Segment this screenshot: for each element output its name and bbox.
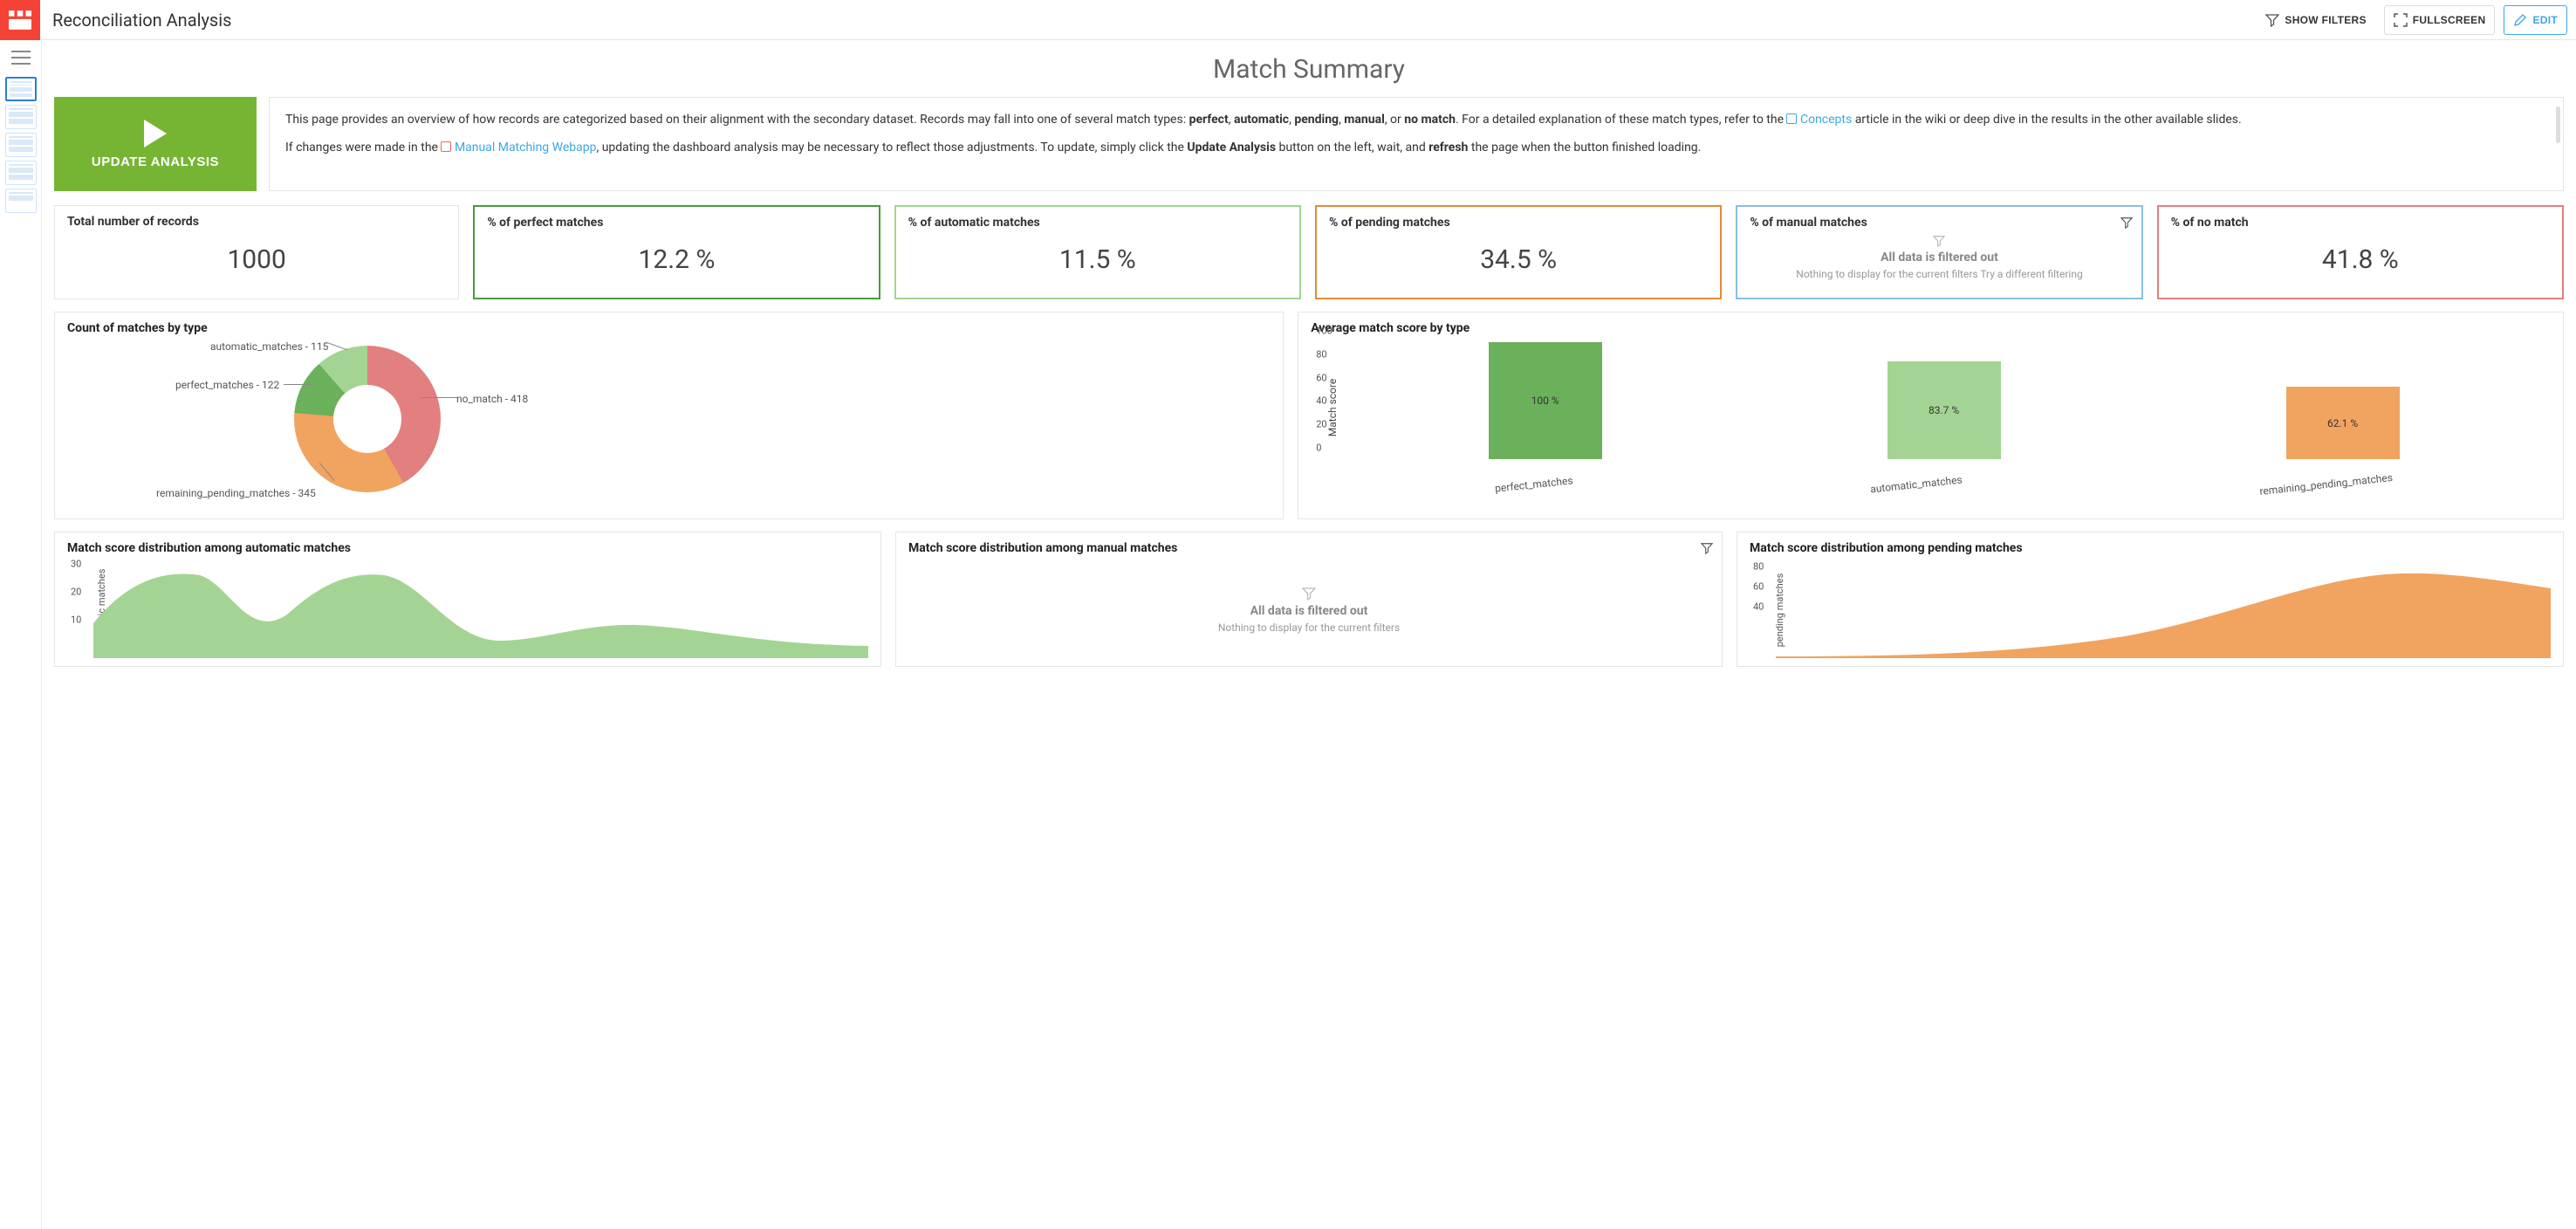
filtered-message: All data is filtered out Nothing to disp… [908,581,1709,634]
bar-chart: Match score 0 20 40 60 80 100 [1311,342,2551,473]
stat-label: % of manual matches [1750,216,2128,230]
funnel-icon [1302,587,1316,601]
filtered-message: All data is filtered out Nothing to disp… [1750,230,2128,280]
description-panel: This page provides an overview of how re… [269,97,2564,191]
funnel-icon [2265,13,2279,27]
card-title: Match score distribution among automatic… [67,541,868,555]
card-title: Match score distribution among manual ma… [908,541,1709,555]
area-manual-card: Match score distribution among manual ma… [895,532,1723,667]
manual-matching-link[interactable]: Manual Matching Webapp [455,141,597,154]
scrollbar[interactable] [2556,106,2560,143]
update-analysis-label: UPDATE ANALYSIS [92,154,219,169]
bar-automatic: 83.7 % [1887,361,2001,459]
area-chart-pending: pending matches 80 60 40 [1750,562,2551,658]
slide-thumb-1[interactable] [5,77,37,101]
page-title: Match Summary [54,54,2564,85]
donut-label-perfect: perfect_matches - 122 [175,379,279,391]
card-title: Match score distribution among pending m… [1750,541,2551,555]
stat-total: Total number of records 1000 [54,205,459,299]
concepts-link[interactable]: Concepts [1800,113,1852,127]
bar-pending: 62.1 % [2286,387,2400,459]
edit-button[interactable]: EDIT [2504,5,2567,35]
description-p2: If changes were made in the Manual Match… [285,138,2547,157]
donut-label-pending: remaining_pending_matches - 345 [156,487,316,499]
donut-chart [294,346,441,492]
area-automatic-card: Match score distribution among automatic… [54,532,881,667]
pencil-icon [2513,13,2527,27]
slide-thumb-4[interactable] [5,161,37,185]
slide-rail [0,40,42,1229]
stat-nomatch: % of no match 41.8 % [2157,205,2564,299]
y-axis-label: Match score [1326,379,1339,436]
stat-label: Total number of records [67,215,446,229]
bar-perfect: 100 % [1489,342,1602,459]
fullscreen-label: FULLSCREEN [2413,14,2486,26]
card-title: Count of matches by type [67,321,1271,335]
funnel-icon [1933,235,1945,247]
app-logo[interactable] [0,0,40,40]
stat-label: % of pending matches [1329,216,1708,230]
funnel-icon[interactable] [1701,541,1713,558]
card-title: Average match score by type [1311,321,2551,335]
stat-pending: % of pending matches 34.5 % [1315,205,1722,299]
wiki-icon [1786,113,1797,124]
fullscreen-button[interactable]: FULLSCREEN [2384,5,2496,35]
stat-automatic: % of automatic matches 11.5 % [894,205,1301,299]
update-analysis-button[interactable]: UPDATE ANALYSIS [54,97,257,191]
logo-icon [9,10,31,30]
stat-value: 41.8 % [2171,230,2550,289]
stat-value: 34.5 % [1329,230,1708,289]
donut-label-nomatch: no_match - 418 [456,393,528,405]
webapp-icon [441,141,451,152]
stat-perfect: % of perfect matches 12.2 % [473,205,880,299]
show-filters-button[interactable]: SHOW FILTERS [2257,6,2374,34]
page-app-title: Reconciliation Analysis [40,10,2257,31]
x-axis-labels: perfect_matches automatic_matches remain… [1346,478,2542,491]
donut-label-automatic: automatic_matches - 115 [210,340,328,353]
stat-value: 1000 [67,229,446,290]
show-filters-label: SHOW FILTERS [2285,14,2366,26]
stat-value: 12.2 % [487,230,866,289]
area-chart-automatic: automatic matches 30 20 10 [67,562,868,658]
bar-card: Average match score by type Match score … [1298,312,2564,519]
slide-thumb-3[interactable] [5,133,37,157]
stat-label: % of no match [2171,216,2550,230]
slide-thumb-5[interactable] [5,189,37,213]
stat-manual: % of manual matches All data is filtered… [1736,205,2142,299]
description-p1: This page provides an overview of how re… [285,110,2547,129]
stat-label: % of automatic matches [908,216,1287,230]
hamburger-icon[interactable] [11,51,31,65]
stat-value: 11.5 % [908,230,1287,289]
donut-card: Count of matches by type no_match - 418 … [54,312,1284,519]
play-icon [144,120,167,148]
edit-label: EDIT [2532,14,2558,26]
stat-label: % of perfect matches [487,216,866,230]
fullscreen-icon [2394,13,2408,27]
area-pending-card: Match score distribution among pending m… [1737,532,2564,667]
funnel-icon[interactable] [2120,216,2133,232]
slide-thumb-2[interactable] [5,105,37,129]
